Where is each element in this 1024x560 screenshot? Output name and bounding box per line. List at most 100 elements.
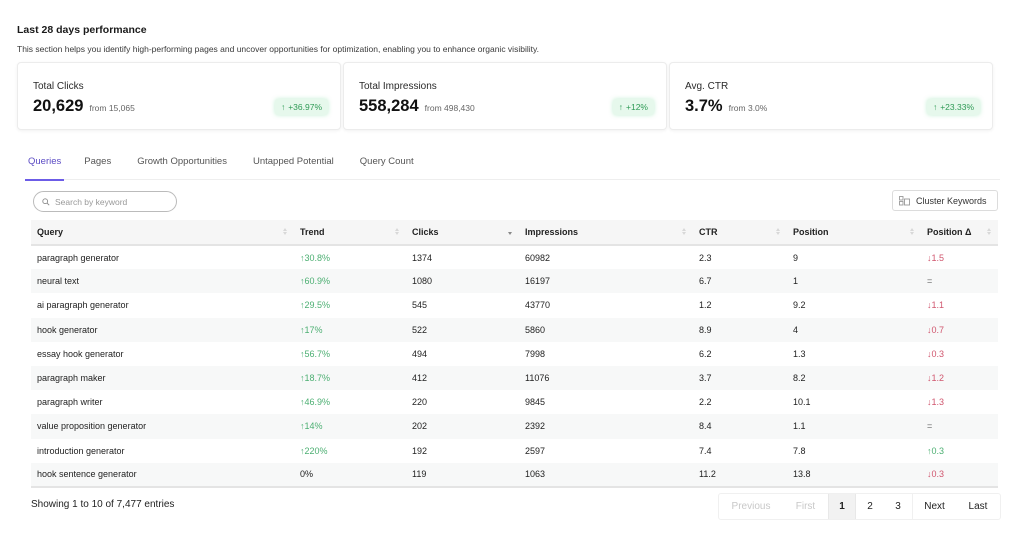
cell-clicks: 192 [412, 445, 428, 456]
search-icon [42, 197, 50, 206]
cell-ctr: 3.7 [699, 373, 712, 384]
pagination-last[interactable]: Last [956, 494, 1000, 519]
pagination-previous[interactable]: Previous [719, 494, 783, 519]
card-total-impressions: Total Impressions 558,284 from 498,430 ↑… [343, 62, 667, 130]
cell-query[interactable]: paragraph generator [31, 245, 294, 269]
card-value: 558,284 [359, 97, 419, 115]
table-row[interactable]: paragraph maker ↑18.7% 412 11076 3.7 8.2 ↓1.2 [31, 365, 998, 391]
card-previous-value: from 3.0% [728, 103, 768, 113]
column-header-ctr[interactable]: CTR [693, 220, 787, 245]
pagination-page-1[interactable]: 1 [828, 494, 856, 519]
cell-impressions: 60982 [525, 252, 551, 263]
cell-query[interactable]: value proposition generator [31, 414, 294, 438]
column-header-position-delta[interactable]: Position Δ [921, 220, 998, 245]
cluster-keywords-label: Cluster Keywords [916, 195, 987, 206]
tab-growth-opportunities[interactable]: Growth Opportunities [137, 150, 227, 180]
cell-query[interactable]: hook sentence generator [31, 463, 294, 487]
sort-icon [282, 227, 288, 238]
pagination-first[interactable]: First [783, 494, 828, 519]
arrow-up-icon: ↑ [932, 102, 938, 112]
cell-trend: 0% [300, 469, 314, 480]
tab-pages[interactable]: Pages [84, 150, 111, 180]
card-previous-value: from 498,430 [424, 103, 475, 113]
cell-position: 1.3 [793, 348, 806, 359]
table-row[interactable]: ai paragraph generator ↑29.5% 545 43770 1.2 9… [31, 293, 998, 317]
table-row[interactable]: neural text ↑60.9% 1080 16197 6.7 1 = [31, 269, 998, 294]
column-header-impressions[interactable]: Impressions [519, 220, 693, 245]
cell-query[interactable]: hook generator [31, 318, 294, 342]
cell-clicks: 412 [412, 373, 428, 384]
column-header-query[interactable]: Query [31, 220, 294, 245]
cell-ctr: 2.3 [699, 252, 712, 263]
cell-ctr: 1.2 [699, 300, 712, 311]
search-box[interactable] [33, 191, 177, 212]
pagination-page-3[interactable]: 3 [884, 494, 912, 519]
column-header-position[interactable]: Position [787, 220, 921, 245]
column-header-trend[interactable]: Trend [294, 220, 406, 245]
cell-ctr: 7.4 [699, 445, 712, 456]
cell-ctr: 8.4 [699, 421, 712, 432]
table-row[interactable]: hook generator ↑17% 522 5860 8.9 4 ↓0.7 [31, 317, 998, 342]
cell-query[interactable]: paragraph maker [31, 366, 294, 390]
sort-icon [909, 227, 915, 238]
cell-trend: ↑14% [300, 421, 323, 432]
cell-trend: ↑17% [300, 324, 323, 335]
card-label: Total Impressions [359, 81, 437, 92]
cell-clicks: 1080 [412, 276, 433, 287]
cell-position-delta: = [927, 276, 933, 287]
search-input[interactable] [55, 196, 165, 207]
sort-desc-icon [507, 227, 513, 238]
pagination-page-2[interactable]: 2 [856, 494, 884, 519]
change-badge: ↑ +23.33% [926, 99, 980, 115]
cell-position: 8.2 [793, 373, 806, 384]
cell-clicks: 522 [412, 324, 428, 335]
cluster-icon [899, 195, 910, 205]
cell-clicks: 494 [412, 348, 428, 359]
table-row[interactable]: value proposition generator ↑14% 202 2392 8.… [31, 414, 998, 439]
cell-position-delta: ↓0.7 [927, 324, 945, 335]
table-body: paragraph generator ↑30.8% 1374 60982 2.3 9 ↓1… [31, 245, 998, 487]
cell-clicks: 545 [412, 300, 428, 311]
entries-summary: Showing 1 to 10 of 7,477 entries [31, 499, 175, 510]
card-value: 3.7% [685, 97, 723, 115]
table-row[interactable]: paragraph generator ↑30.8% 1374 60982 2.3 9 ↓1… [31, 245, 998, 269]
cell-ctr: 8.9 [699, 324, 712, 335]
tab-untapped-potential[interactable]: Untapped Potential [253, 150, 334, 180]
cell-query[interactable]: paragraph writer [31, 390, 294, 414]
metric-cards: Total Clicks 20,629 from 15,065 ↑ +36.97%… [17, 62, 993, 130]
cell-position-delta: ↑0.3 [927, 445, 945, 456]
cell-ctr: 2.2 [699, 397, 712, 408]
sort-icon [775, 227, 781, 238]
cell-trend: ↑18.7% [300, 373, 331, 384]
cluster-keywords-button[interactable]: Cluster Keywords [892, 190, 998, 211]
tab-query-count[interactable]: Query Count [360, 150, 414, 180]
card-avg-ctr: Avg. CTR 3.7% from 3.0% ↑ +23.33% [669, 62, 993, 130]
table-row[interactable]: paragraph writer ↑46.9% 220 9845 2.2 10.1 ↓1.3 [31, 390, 998, 414]
column-header-clicks[interactable]: Clicks [406, 220, 519, 245]
cell-query[interactable]: essay hook generator [31, 342, 294, 366]
cell-position-delta: ↓1.5 [927, 252, 945, 263]
cell-position: 7.8 [793, 445, 806, 456]
change-badge: ↑ +12% [612, 99, 654, 115]
cell-position-delta: = [927, 421, 933, 432]
cell-impressions: 43770 [525, 300, 551, 311]
table-row[interactable]: essay hook generator ↑56.7% 494 7998 6.2 1.3 ↓… [31, 342, 998, 366]
cell-clicks: 119 [412, 469, 427, 480]
cell-position: 1.1 [793, 421, 806, 432]
section-title: Last 28 days performance [17, 24, 147, 36]
cell-query[interactable]: introduction generator [31, 439, 294, 463]
cell-position: 9.2 [793, 300, 806, 311]
cell-impressions: 5860 [525, 324, 546, 335]
pagination-next[interactable]: Next [912, 494, 956, 519]
sort-icon [986, 227, 992, 238]
change-value: +23.33% [940, 102, 974, 112]
table-row[interactable]: hook sentence generator 0% 119 1063 11.2 13.8… [31, 462, 998, 487]
sort-icon [681, 227, 687, 238]
tab-queries[interactable]: Queries [25, 150, 65, 181]
cell-trend: ↑46.9% [300, 397, 331, 408]
cell-query[interactable]: neural text [31, 269, 294, 293]
cell-query[interactable]: ai paragraph generator [31, 293, 294, 317]
cell-position: 10.1 [793, 397, 811, 408]
table-row[interactable]: introduction generator ↑220% 192 2597 7.4 7.8… [31, 439, 998, 463]
arrow-up-icon: ↑ [280, 102, 286, 112]
